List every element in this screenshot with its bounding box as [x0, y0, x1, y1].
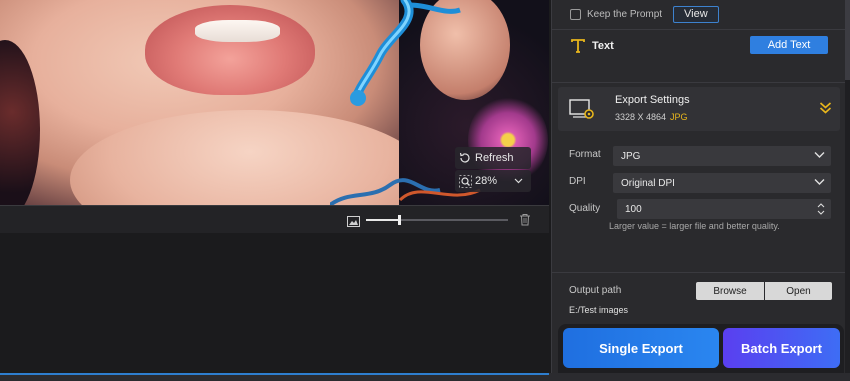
- keep-prompt-row: Keep the Prompt View: [552, 0, 846, 28]
- refresh-icon: [455, 152, 475, 164]
- text-icon: [570, 38, 586, 54]
- chevron-down-icon: [814, 178, 825, 189]
- format-select[interactable]: JPG: [613, 146, 831, 166]
- open-button[interactable]: Open: [765, 282, 832, 300]
- panel-scrollbar-thumb[interactable]: [845, 0, 850, 80]
- zoom-level: 28%: [475, 175, 498, 187]
- preview-artwork-teeth: [195, 20, 280, 42]
- settings-panel: Keep the Prompt View Text Add Text Expor…: [551, 0, 846, 373]
- divider: [552, 29, 846, 30]
- export-format-badge: JPG: [670, 112, 688, 122]
- status-accent-line: [0, 373, 549, 375]
- single-export-button[interactable]: Single Export: [563, 328, 719, 368]
- keep-prompt-label: Keep the Prompt: [587, 8, 663, 20]
- format-value: JPG: [621, 150, 641, 162]
- dpi-select[interactable]: Original DPI: [613, 173, 831, 193]
- quality-stepper-icon[interactable]: [817, 201, 825, 220]
- browse-button[interactable]: Browse: [696, 282, 764, 300]
- text-section-label: Text: [592, 40, 614, 52]
- export-buttons-area: Single Export Batch Export: [558, 324, 844, 373]
- refresh-button[interactable]: Refresh: [455, 147, 531, 169]
- export-settings-icon: [569, 97, 595, 126]
- status-strip: [0, 373, 850, 381]
- export-settings-header[interactable]: Export Settings 3328 X 4864 JPG: [558, 87, 840, 131]
- preview-toolbar: [0, 205, 549, 233]
- export-dimensions-value: 3328 X 4864: [615, 112, 667, 122]
- chevron-down-icon: [514, 175, 523, 187]
- zoom-slider-handle[interactable]: [397, 215, 401, 225]
- zoom-dropdown[interactable]: 28%: [455, 170, 531, 192]
- view-button[interactable]: View: [673, 5, 719, 23]
- zoom-slider[interactable]: [366, 215, 508, 225]
- panel-scrollbar[interactable]: [845, 0, 850, 373]
- trash-icon[interactable]: [519, 213, 531, 231]
- image-icon[interactable]: [347, 214, 360, 232]
- quality-value: 100: [625, 203, 642, 215]
- divider: [552, 82, 846, 83]
- quality-label: Quality: [569, 203, 601, 214]
- text-section: Text Add Text: [552, 32, 846, 60]
- preview-artwork-swirl: [350, 0, 461, 106]
- zoom-slider-fill: [366, 219, 399, 221]
- chevron-down-icon: [814, 151, 825, 162]
- batch-export-button[interactable]: Batch Export: [723, 328, 840, 368]
- output-path-label: Output path: [569, 285, 622, 296]
- double-chevron-icon[interactable]: [819, 101, 832, 120]
- export-dimensions: 3328 X 4864 JPG: [615, 112, 688, 122]
- preview-artwork-lips: [145, 5, 315, 95]
- dpi-value: Original DPI: [621, 177, 675, 189]
- export-settings-title: Export Settings: [615, 94, 690, 106]
- keep-prompt-checkbox[interactable]: [570, 8, 581, 20]
- format-label: Format: [569, 149, 601, 160]
- zoom-icon: [455, 174, 475, 188]
- image-preview[interactable]: Refresh 28%: [0, 0, 549, 205]
- dpi-label: DPI: [569, 176, 586, 187]
- quality-input[interactable]: 100: [617, 199, 831, 219]
- divider: [552, 272, 846, 273]
- workspace-empty-area: [0, 233, 549, 373]
- refresh-label: Refresh: [475, 152, 514, 164]
- add-text-button[interactable]: Add Text: [750, 36, 828, 54]
- quality-hint: Larger value = larger file and better qu…: [609, 221, 780, 231]
- preview-artwork-hair: [0, 40, 40, 205]
- output-path-value: E:/Test images: [569, 305, 629, 315]
